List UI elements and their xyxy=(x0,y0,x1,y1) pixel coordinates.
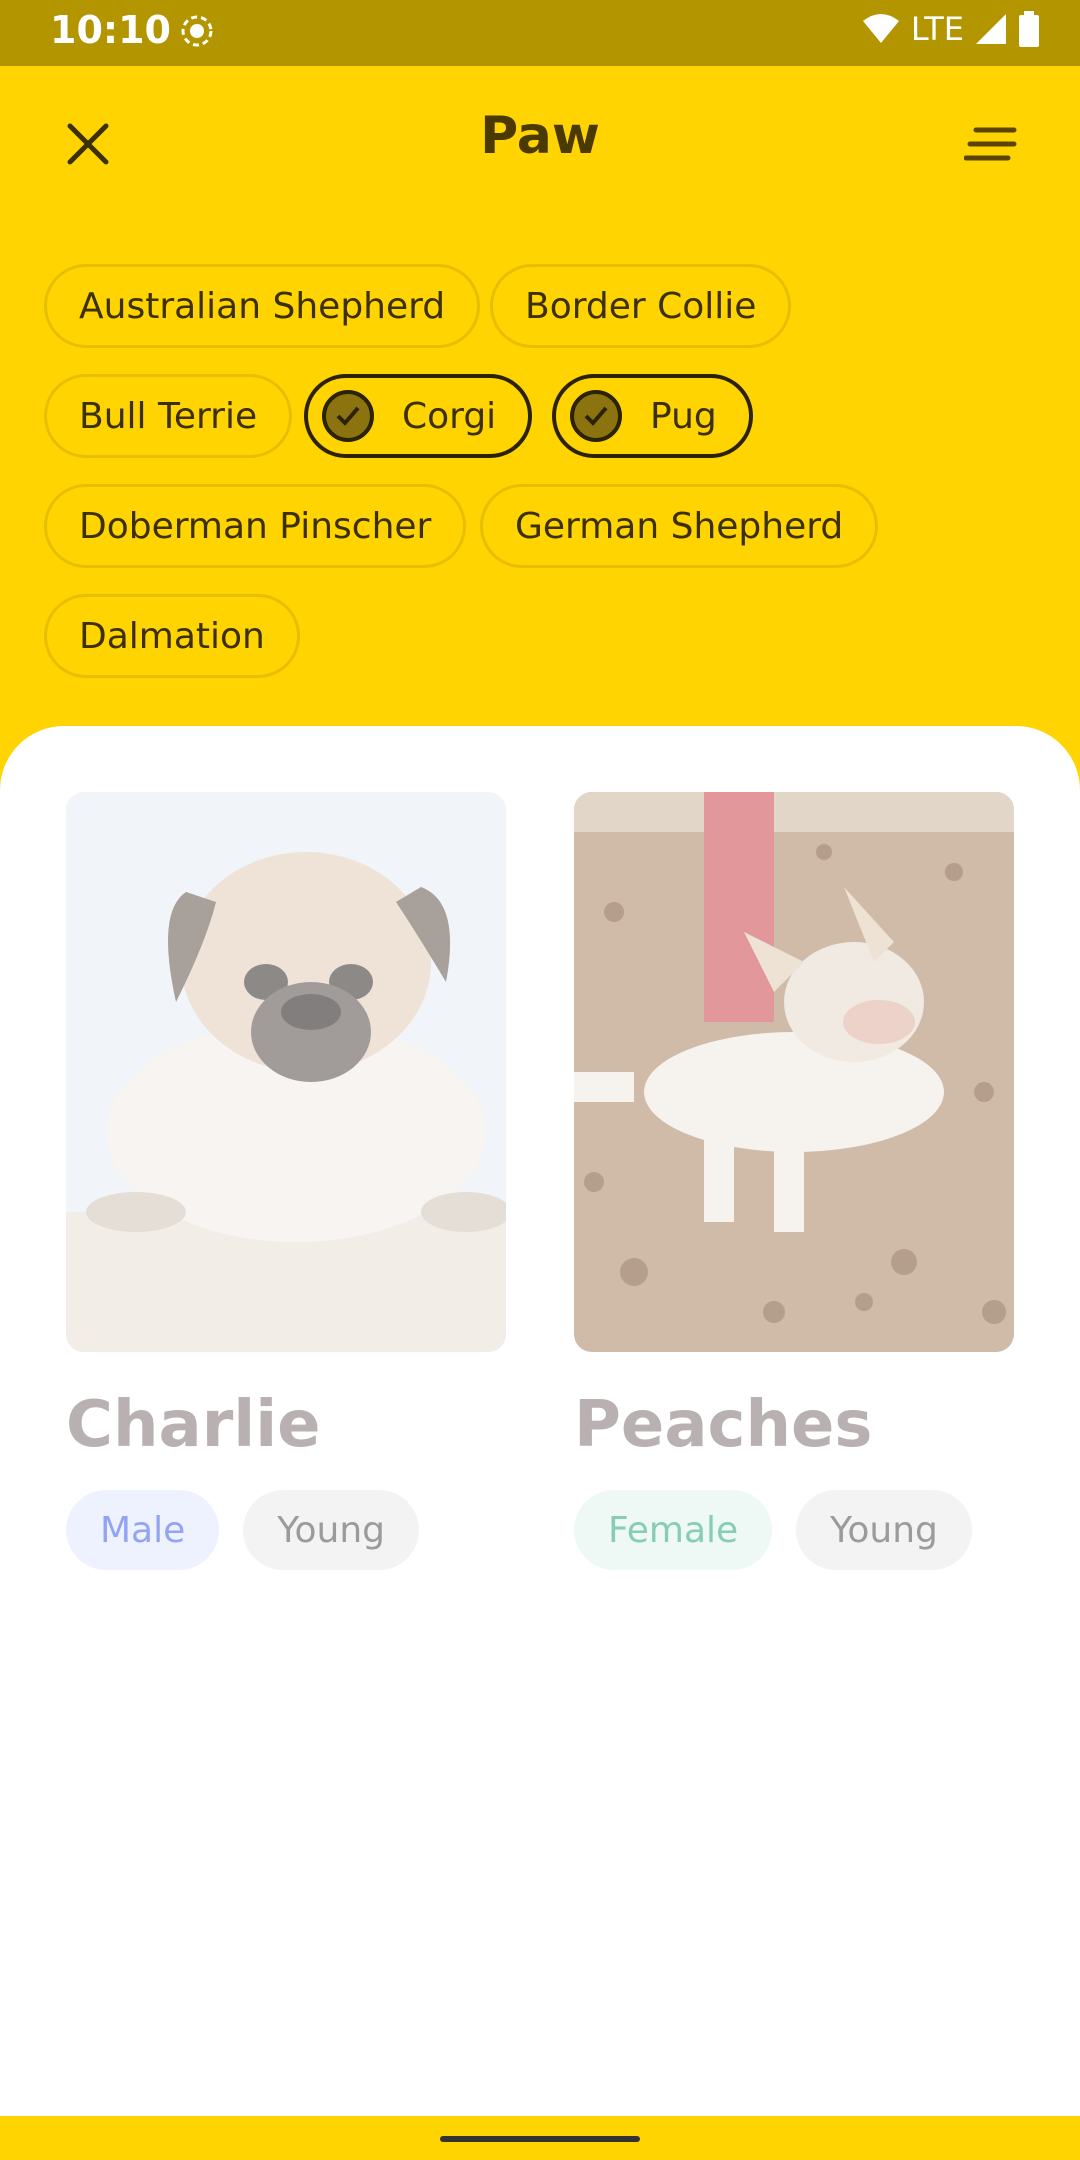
chip-border-collie[interactable]: Border Collie xyxy=(490,264,792,348)
chip-label: Bull Terrie xyxy=(79,395,258,437)
app-bar: Paw xyxy=(0,66,1080,216)
chip-label: Pug xyxy=(650,395,717,437)
chip-label: German Shepherd xyxy=(515,505,844,547)
pet-card-peaches[interactable]: Peaches Female Young xyxy=(574,792,1014,1570)
battery-icon xyxy=(1019,11,1039,47)
chip-label: Border Collie xyxy=(525,285,757,327)
chip-australian-shepherd[interactable]: Australian Shepherd xyxy=(44,264,481,348)
pet-list-sheet: Charlie Male Young Peaches Female Young xyxy=(0,726,1080,2116)
pug-photo xyxy=(66,792,506,1352)
network-type: LTE xyxy=(910,10,964,48)
chip-german-shepherd[interactable]: German Shepherd xyxy=(480,484,879,568)
pet-name: Peaches xyxy=(574,1388,873,1462)
check-icon xyxy=(322,390,374,442)
chip-label: Australian Shepherd xyxy=(79,285,446,327)
pet-tags: Male Young xyxy=(66,1490,506,1570)
page-title: Paw xyxy=(480,106,600,166)
screen-record-icon xyxy=(181,15,213,47)
chip-corgi[interactable]: Corgi xyxy=(304,374,533,458)
pet-tags: Female Young xyxy=(574,1490,1014,1570)
chip-label: Dalmation xyxy=(79,615,265,657)
signal-icon xyxy=(976,14,1006,44)
age-tag: Young xyxy=(796,1490,972,1570)
age-tag: Young xyxy=(243,1490,419,1570)
chip-doberman-pinscher[interactable]: Doberman Pinscher xyxy=(44,484,467,568)
gender-tag: Male xyxy=(66,1490,220,1570)
chip-label: Corgi xyxy=(402,395,497,437)
corgi-photo xyxy=(574,792,1014,1352)
status-bar: 10:10 LTE xyxy=(0,0,1080,66)
wifi-icon xyxy=(862,14,899,43)
chip-pug[interactable]: Pug xyxy=(552,374,753,458)
chip-label: Doberman Pinscher xyxy=(79,505,432,547)
status-time: 10:10 xyxy=(50,8,171,52)
home-gesture-handle[interactable] xyxy=(440,2136,640,2142)
sort-menu-icon[interactable] xyxy=(964,124,1020,164)
navigation-bar xyxy=(0,2116,1080,2160)
chip-bull-terrie[interactable]: Bull Terrie xyxy=(44,374,293,458)
gender-tag: Female xyxy=(574,1490,773,1570)
pet-card-charlie[interactable]: Charlie Male Young xyxy=(66,792,506,1570)
chip-dalmation[interactable]: Dalmation xyxy=(44,594,300,678)
check-icon xyxy=(570,390,622,442)
pet-name: Charlie xyxy=(66,1388,321,1462)
